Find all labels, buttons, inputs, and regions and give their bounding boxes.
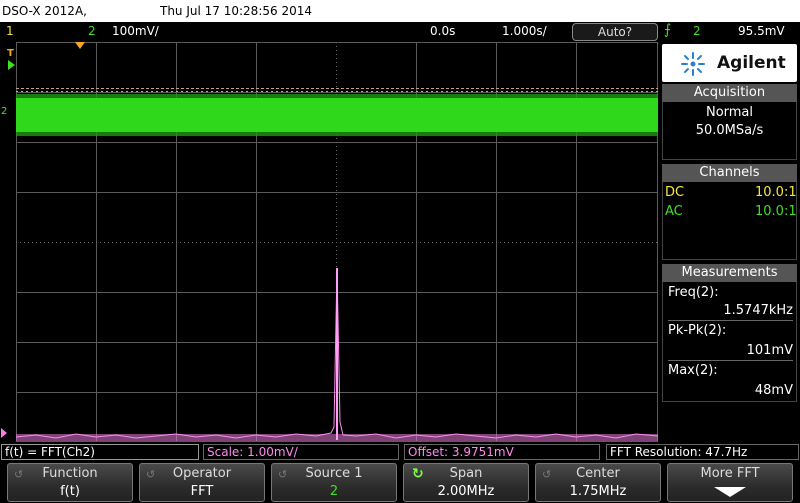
measurements-header[interactable]: Measurements: [662, 264, 797, 282]
graticule: [16, 42, 658, 442]
trigger-edge-icon: ⨍: [664, 22, 672, 38]
measurement-freq-value: 1.5747kHz: [723, 303, 793, 318]
math-function-info: f(t) = FFT(Ch2): [1, 444, 199, 460]
measurement-pkpk-label: Pk-Pk(2):: [668, 323, 727, 338]
acquisition-mode: Normal: [705, 105, 754, 120]
function-softkey[interactable]: ↺ Function f(t): [7, 463, 133, 502]
measurement-max-label: Max(2):: [668, 363, 718, 378]
channel1-indicator[interactable]: 1: [6, 24, 14, 38]
channel2-ground-marker: 2: [1, 106, 8, 117]
agilent-spark-icon: [681, 52, 705, 76]
time-offset: 0.0s: [430, 24, 456, 38]
status-bar: 1 2 100mV/ 0.0s 1.000s/ Auto? ⨍ 2 95.5mV: [0, 22, 800, 42]
softkey-value: f(t): [60, 484, 80, 499]
time-scale: 1.000s/: [502, 24, 547, 38]
softkey-label: Span: [449, 466, 483, 481]
trigger-marker-label: T: [7, 48, 14, 59]
run-mode-button[interactable]: Auto?: [572, 23, 658, 41]
math-offset-info: Offset: 3.9751mV: [404, 444, 600, 460]
arrow-down-icon: [714, 487, 746, 497]
acquisition-header[interactable]: Acquisition: [662, 84, 797, 102]
measurement-divider: [668, 320, 793, 321]
more-fft-softkey[interactable]: More FFT: [667, 463, 793, 502]
math-ground-arrow-icon: [1, 428, 7, 438]
measurements-section: Freq(2): 1.5747kHz Pk-Pk(2): 101mV Max(2…: [662, 282, 797, 402]
agilent-logo: Agilent: [662, 44, 797, 82]
title-bar: DSO-X 2012A, Thu Jul 17 10:28:56 2014: [0, 0, 800, 22]
model-label: DSO-X 2012A,: [2, 4, 87, 18]
softkey-bar: ↺ Function f(t) ↺ Operator FFT ↺ Source …: [0, 462, 800, 503]
channel1-probe: 10.0:1: [755, 185, 797, 200]
measurement-freq-label: Freq(2):: [668, 285, 719, 300]
trigger-level-arrow-icon: [8, 60, 15, 70]
channel2-probe: 10.0:1: [755, 204, 797, 219]
softkey-value: 1.75MHz: [569, 484, 627, 499]
info-row: f(t) = FFT(Ch2) Scale: 1.00mV/ Offset: 3…: [0, 443, 800, 461]
softkey-label: More FFT: [700, 466, 760, 481]
measurement-max-value: 48mV: [754, 383, 793, 398]
fft-math-trace: [16, 267, 658, 441]
brand-name: Agilent: [717, 53, 786, 73]
trigger-position-marker-icon: [75, 42, 85, 49]
softkey-value: FFT: [190, 484, 214, 499]
channel2-coupling: AC: [665, 204, 683, 219]
center-softkey[interactable]: ↺ Center 1.75MHz: [535, 463, 661, 502]
trigger-level: 95.5mV: [738, 24, 785, 38]
measurement-divider: [668, 360, 793, 361]
sample-rate: 50.0MSa/s: [695, 123, 764, 138]
operator-softkey[interactable]: ↺ Operator FFT: [139, 463, 265, 502]
channel2-indicator[interactable]: 2: [88, 24, 96, 38]
softkey-value: 2.00MHz: [437, 484, 495, 499]
softkey-label: Function: [42, 466, 98, 481]
waveform-display[interactable]: [16, 42, 658, 442]
datetime-label: Thu Jul 17 10:28:56 2014: [160, 4, 312, 18]
channel2-trace: [16, 94, 658, 136]
softkey-value: 2: [329, 484, 339, 499]
channel2-scale: 100mV/: [112, 24, 159, 38]
softkey-label: Operator: [172, 466, 232, 481]
fft-resolution-info: FFT Resolution: 47.7Hz: [606, 444, 799, 460]
source1-softkey[interactable]: ↺ Source 1 2: [271, 463, 397, 502]
acquisition-section: Normal 50.0MSa/s: [662, 102, 797, 160]
softkey-label: Center: [576, 466, 620, 481]
softkey-label: Source 1: [305, 466, 363, 481]
channels-header[interactable]: Channels: [662, 164, 797, 182]
math-scale-info: Scale: 1.00mV/: [203, 444, 399, 460]
channels-section: DC 10.0:1 AC 10.0:1: [662, 182, 797, 260]
measurement-pkpk-value: 101mV: [746, 343, 793, 358]
span-softkey[interactable]: ↻ Span 2.00MHz: [403, 463, 529, 502]
trigger-source: 2: [693, 24, 701, 38]
side-panel: Agilent Acquisition Normal 50.0MSa/s Cha…: [659, 42, 800, 444]
channel1-coupling: DC: [665, 185, 685, 200]
